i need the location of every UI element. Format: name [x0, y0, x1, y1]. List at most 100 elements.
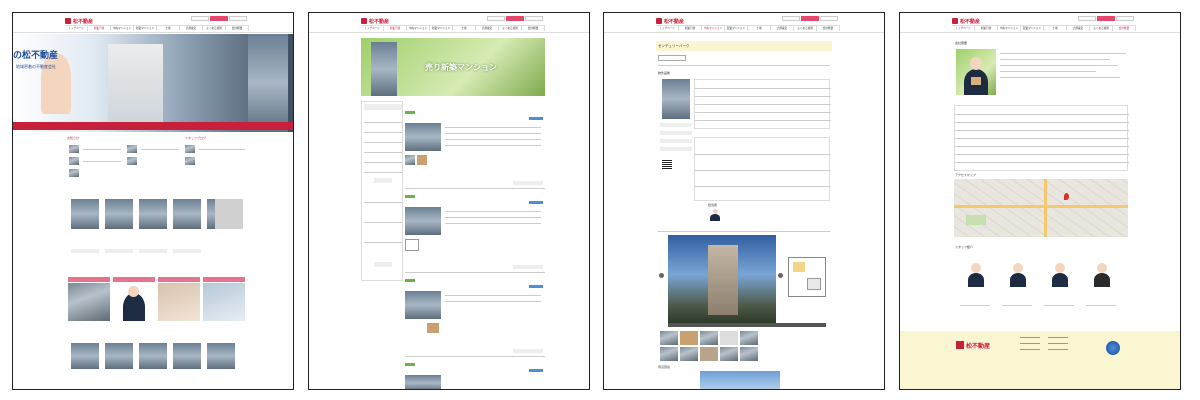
gallery-thumb[interactable]	[700, 347, 718, 361]
header-button[interactable]	[229, 16, 247, 21]
gallery-thumb[interactable]	[740, 347, 758, 361]
nav-item[interactable]: トップページ	[952, 26, 975, 31]
nav-item[interactable]: 新築戸建	[975, 26, 998, 31]
nav-item[interactable]: 土地	[453, 26, 476, 31]
feature-banner-image[interactable]	[158, 283, 200, 321]
inquiry-button[interactable]	[658, 55, 686, 61]
feature-banner-header[interactable]	[203, 277, 245, 282]
listing-detail-button[interactable]	[529, 285, 543, 288]
side-button[interactable]	[660, 123, 692, 127]
search-button[interactable]	[374, 262, 392, 267]
site-logo[interactable]: 松不動産	[361, 17, 389, 25]
info-thumb[interactable]	[69, 169, 79, 177]
nav-item[interactable]: 売却査定	[1067, 26, 1090, 31]
feature-banner-image[interactable]	[68, 283, 110, 321]
nav-item[interactable]: 新築戸建	[679, 26, 702, 31]
nav-item[interactable]: よくある質問	[794, 26, 817, 31]
listing-card[interactable]	[405, 279, 545, 357]
nav-item[interactable]: 中古マンション	[407, 26, 430, 31]
header-button[interactable]	[506, 16, 524, 21]
gallery-next-arrow-icon[interactable]	[778, 273, 783, 278]
header-button[interactable]	[801, 16, 819, 21]
nav-item[interactable]: 中古マンション	[998, 26, 1021, 31]
listing-more-button[interactable]	[513, 181, 543, 185]
gallery-thumb[interactable]	[720, 347, 738, 361]
header-button[interactable]	[525, 16, 543, 21]
nav-item[interactable]: 土地	[748, 26, 771, 31]
footer-link[interactable]	[1048, 343, 1068, 344]
site-logo[interactable]: 松不動産	[952, 17, 980, 25]
feature-banner-header[interactable]	[158, 277, 200, 282]
nav-item[interactable]: 新築マンション	[134, 26, 157, 31]
header-button[interactable]	[1116, 16, 1134, 21]
header-button[interactable]	[820, 16, 838, 21]
nav-item[interactable]: 会社概要	[226, 26, 249, 31]
blog-thumb[interactable]	[127, 157, 137, 165]
feature-banner-header[interactable]	[113, 277, 155, 282]
blog-thumb[interactable]	[185, 157, 195, 165]
nav-item[interactable]: 新築マンション	[430, 26, 453, 31]
side-button[interactable]	[660, 131, 692, 135]
header-button[interactable]	[1097, 16, 1115, 21]
property-card[interactable]	[105, 343, 133, 369]
header-button[interactable]	[782, 16, 800, 21]
more-button[interactable]	[71, 249, 99, 253]
property-card[interactable]	[139, 199, 167, 229]
nav-item[interactable]: 新築マンション	[725, 26, 748, 31]
listing-detail-button[interactable]	[529, 117, 543, 120]
nav-item[interactable]: 会社概要	[817, 26, 840, 31]
property-card-placeholder[interactable]	[215, 199, 243, 229]
more-button[interactable]	[105, 249, 133, 253]
feature-banner-image[interactable]	[113, 283, 155, 321]
header-button[interactable]	[191, 16, 209, 21]
gallery-thumb[interactable]	[660, 347, 678, 361]
gallery-thumb[interactable]	[720, 331, 738, 345]
feature-banner-image[interactable]	[203, 283, 245, 321]
search-filter[interactable]	[364, 104, 402, 110]
property-card[interactable]	[207, 343, 235, 369]
listing-card[interactable]	[405, 363, 545, 389]
nav-item[interactable]: よくある質問	[203, 26, 226, 31]
blog-thumb[interactable]	[127, 145, 137, 153]
nav-item[interactable]: 売却査定	[771, 26, 794, 31]
nav-item[interactable]: よくある質問	[1090, 26, 1113, 31]
nav-item[interactable]: 中古マンション	[702, 26, 725, 31]
header-button[interactable]	[1078, 16, 1096, 21]
property-card[interactable]	[173, 199, 201, 229]
listing-card[interactable]	[405, 195, 545, 273]
side-button[interactable]	[660, 147, 692, 151]
gallery-thumb[interactable]	[740, 331, 758, 345]
property-card[interactable]	[105, 199, 133, 229]
footer-link[interactable]	[1020, 349, 1040, 350]
info-thumb[interactable]	[69, 145, 79, 153]
header-button[interactable]	[210, 16, 228, 21]
feature-banner-header[interactable]	[68, 277, 110, 282]
property-card[interactable]	[173, 343, 201, 369]
footer-link[interactable]	[1048, 349, 1068, 350]
property-card[interactable]	[139, 343, 167, 369]
site-logo[interactable]: 松不動産	[656, 17, 684, 25]
footer-link[interactable]	[1020, 343, 1040, 344]
property-card[interactable]	[71, 199, 99, 229]
listing-card[interactable]	[405, 111, 545, 189]
nav-item[interactable]: トップページ	[65, 26, 88, 31]
blog-thumb[interactable]	[185, 145, 195, 153]
nav-item[interactable]: 会社概要	[1113, 26, 1136, 31]
listing-detail-button[interactable]	[529, 369, 543, 372]
nav-item[interactable]: 会社概要	[522, 26, 545, 31]
nav-item[interactable]: 新築戸建	[88, 26, 111, 31]
footer-link[interactable]	[1020, 337, 1040, 338]
nav-item[interactable]: 売却査定	[476, 26, 499, 31]
listing-more-button[interactable]	[513, 349, 543, 353]
property-card[interactable]	[71, 343, 99, 369]
nav-item[interactable]: よくある質問	[499, 26, 522, 31]
listing-more-button[interactable]	[513, 265, 543, 269]
gallery-thumb[interactable]	[680, 331, 698, 345]
nav-item[interactable]: 新築マンション	[1021, 26, 1044, 31]
nav-item[interactable]: 土地	[157, 26, 180, 31]
footer-link[interactable]	[1048, 337, 1068, 338]
gallery-prev-arrow-icon[interactable]	[659, 273, 664, 278]
gallery-thumb[interactable]	[700, 331, 718, 345]
more-button[interactable]	[173, 249, 201, 253]
side-button[interactable]	[660, 139, 692, 143]
